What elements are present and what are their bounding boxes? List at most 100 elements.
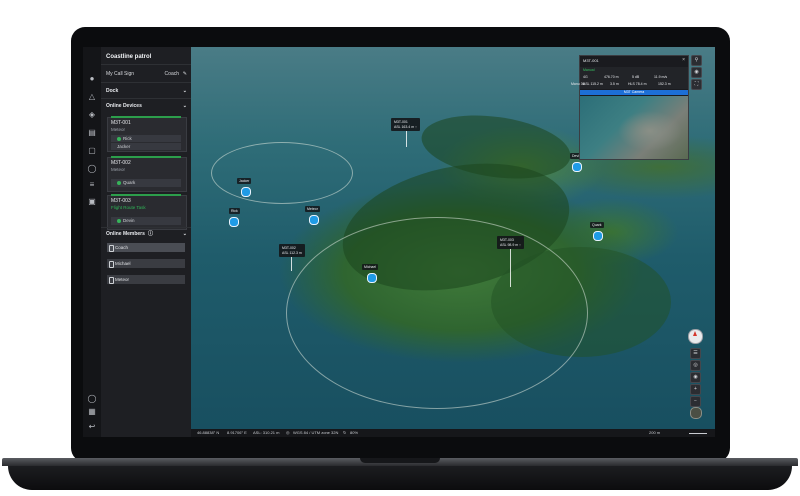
device-pilot: Rick — [111, 135, 181, 142]
laptop-notch — [360, 458, 440, 463]
refresh-icon: ↻ — [343, 430, 347, 435]
longitude: 8.91706° E — [227, 430, 247, 435]
3d-map-view[interactable]: Jacker Rick Meteor Michael Quark Devin M… — [191, 47, 715, 429]
member-item[interactable]: Coach — [107, 243, 185, 252]
search-icon[interactable]: ⚲ — [691, 55, 702, 66]
signal-bar — [111, 156, 181, 158]
call-sign-row[interactable]: My Call Sign Coach ✎ — [106, 70, 187, 79]
camera-tab[interactable]: M3T Camera — [580, 90, 688, 95]
fullscreen-icon[interactable]: ⛶ — [691, 79, 702, 90]
device-status: Flight Route Task — [111, 205, 146, 210]
drone-label[interactable]: M3T-001 ASL 163.4 m ↑ — [391, 118, 420, 131]
member-item[interactable]: Meteor — [107, 275, 185, 284]
coastline — [211, 142, 353, 204]
pilot-marker[interactable] — [572, 162, 582, 172]
device-status: Meteor — [111, 127, 126, 132]
online-devices-section[interactable]: Online Devices ⌄ — [106, 102, 187, 111]
drone-label[interactable]: M3T-002 ASL 112.3 m — [279, 244, 305, 257]
operator-name: Jacker — [117, 144, 131, 149]
document-icon[interactable]: ▤ — [87, 128, 97, 138]
status-bar: 46.88838° N 8.91706° E ASL: 310.21 m ◎ W… — [191, 429, 715, 437]
scale-bar — [689, 433, 707, 434]
online-members-section[interactable]: Online Members ⓘ ⌄ — [106, 230, 187, 239]
drone-pin — [406, 131, 407, 147]
crs-icon: ◎ — [286, 430, 290, 435]
member-item[interactable]: Michael — [107, 259, 185, 268]
marker-label: Quark — [590, 222, 604, 228]
device-status: Meteor — [111, 167, 126, 172]
drone-video-panel[interactable]: M3T-001 × Manual 4G 476.70 m 5 dB 11.9 m… — [579, 55, 689, 160]
globe-view-icon[interactable] — [690, 407, 702, 419]
divider — [101, 227, 191, 228]
device-card[interactable]: M3T-002 Meteor Quark — [107, 156, 187, 192]
drone-label[interactable]: M3T-003 ASL 98.9 m ↑ — [497, 236, 524, 249]
person-icon[interactable]: ● — [87, 74, 97, 84]
device-card[interactable]: M3T-003 Flight Route Task Devin — [107, 194, 187, 230]
call-sign-value: Coach — [164, 71, 179, 77]
signal-bar — [111, 116, 181, 118]
location-icon[interactable]: ◉ — [691, 67, 702, 78]
altitude: ASL: 310.21 m — [253, 430, 280, 435]
coordinate-system: WGS 84 / UTM zone 32N — [293, 430, 339, 435]
logout-icon[interactable]: ↩ — [87, 422, 97, 432]
locate-icon[interactable]: ◎ — [690, 360, 701, 371]
warning-icon[interactable]: △ — [87, 92, 97, 102]
zoom-out-icon[interactable]: − — [690, 396, 701, 407]
globe-icon[interactable]: ◯ — [87, 164, 97, 174]
pilot-name: Quark — [123, 180, 136, 185]
layers-icon[interactable]: ☰ — [690, 348, 701, 359]
laptop-bottom — [8, 466, 792, 490]
video-panel-title: M3T-001 — [583, 58, 599, 63]
online-dot-icon — [117, 136, 121, 141]
pilot-marker[interactable] — [593, 231, 603, 241]
telemetry-value: HLS 78.4 m — [628, 82, 647, 86]
chevron-down-icon[interactable]: ⌄ — [183, 87, 187, 96]
divider — [101, 82, 191, 83]
telemetry-value: 476.70 m — [604, 75, 619, 79]
phone-icon — [109, 277, 114, 284]
drone-altitude: ASL 112.3 m — [282, 250, 302, 255]
edit-icon[interactable]: ✎ — [183, 70, 187, 79]
chevron-down-icon[interactable]: ⌄ — [183, 230, 187, 239]
pilot-name: Devin — [123, 218, 135, 223]
telemetry-value: 152.3 m — [658, 82, 671, 86]
pilot-marker[interactable] — [241, 187, 251, 197]
device-operator: Jacker — [111, 143, 181, 150]
online-devices-label: Online Devices — [106, 103, 142, 109]
latitude: 46.88838° N — [197, 430, 220, 435]
coastline — [286, 217, 588, 409]
marker-label: Meteor — [305, 206, 320, 212]
chevron-down-icon[interactable]: ⌄ — [183, 102, 187, 111]
calendar-icon[interactable]: ▣ — [87, 197, 97, 207]
telemetry-bar: Manual 4G 476.70 m 5 dB 11.9 m/s ASL 115… — [580, 67, 688, 89]
member-name: Michael — [115, 261, 131, 266]
info-icon[interactable]: ⓘ — [148, 230, 153, 239]
pilot-marker[interactable] — [229, 217, 239, 227]
battery-level: 80% — [350, 430, 359, 435]
project-title: Coastline patrol — [106, 54, 152, 60]
grid-icon[interactable]: ▦ — [87, 407, 97, 417]
layers-icon[interactable]: ◈ — [87, 110, 97, 120]
settings-icon[interactable]: ≡ — [87, 180, 97, 190]
marker-label: Jacker — [237, 178, 252, 184]
telemetry-value: 5 dB — [632, 75, 640, 79]
dock-section[interactable]: Dock ⌄ — [106, 87, 187, 96]
device-pilot: Quark — [111, 179, 181, 187]
map-icon[interactable]: ▢ — [87, 146, 97, 156]
pilot-name: Rick — [123, 136, 132, 141]
compass-icon[interactable] — [688, 329, 703, 344]
laptop-base — [0, 458, 800, 496]
zoom-in-icon[interactable]: + — [690, 384, 701, 395]
telemetry-value: 4G — [583, 75, 588, 79]
marker-label: Rick — [229, 208, 240, 214]
pilot-marker[interactable] — [309, 215, 319, 225]
target-icon[interactable]: ◉ — [690, 372, 701, 383]
signal-bar — [111, 194, 181, 196]
pilot-marker[interactable] — [367, 273, 377, 283]
telemetry-value: 11.9 m/s — [654, 75, 668, 79]
device-card[interactable]: M3T-001 Meteor Rick Jacker — [107, 116, 187, 152]
device-name: M3T-001 — [111, 120, 131, 126]
close-icon[interactable]: × — [682, 57, 685, 63]
dock-label: Dock — [106, 88, 119, 94]
world-icon[interactable]: ◯ — [87, 394, 97, 404]
